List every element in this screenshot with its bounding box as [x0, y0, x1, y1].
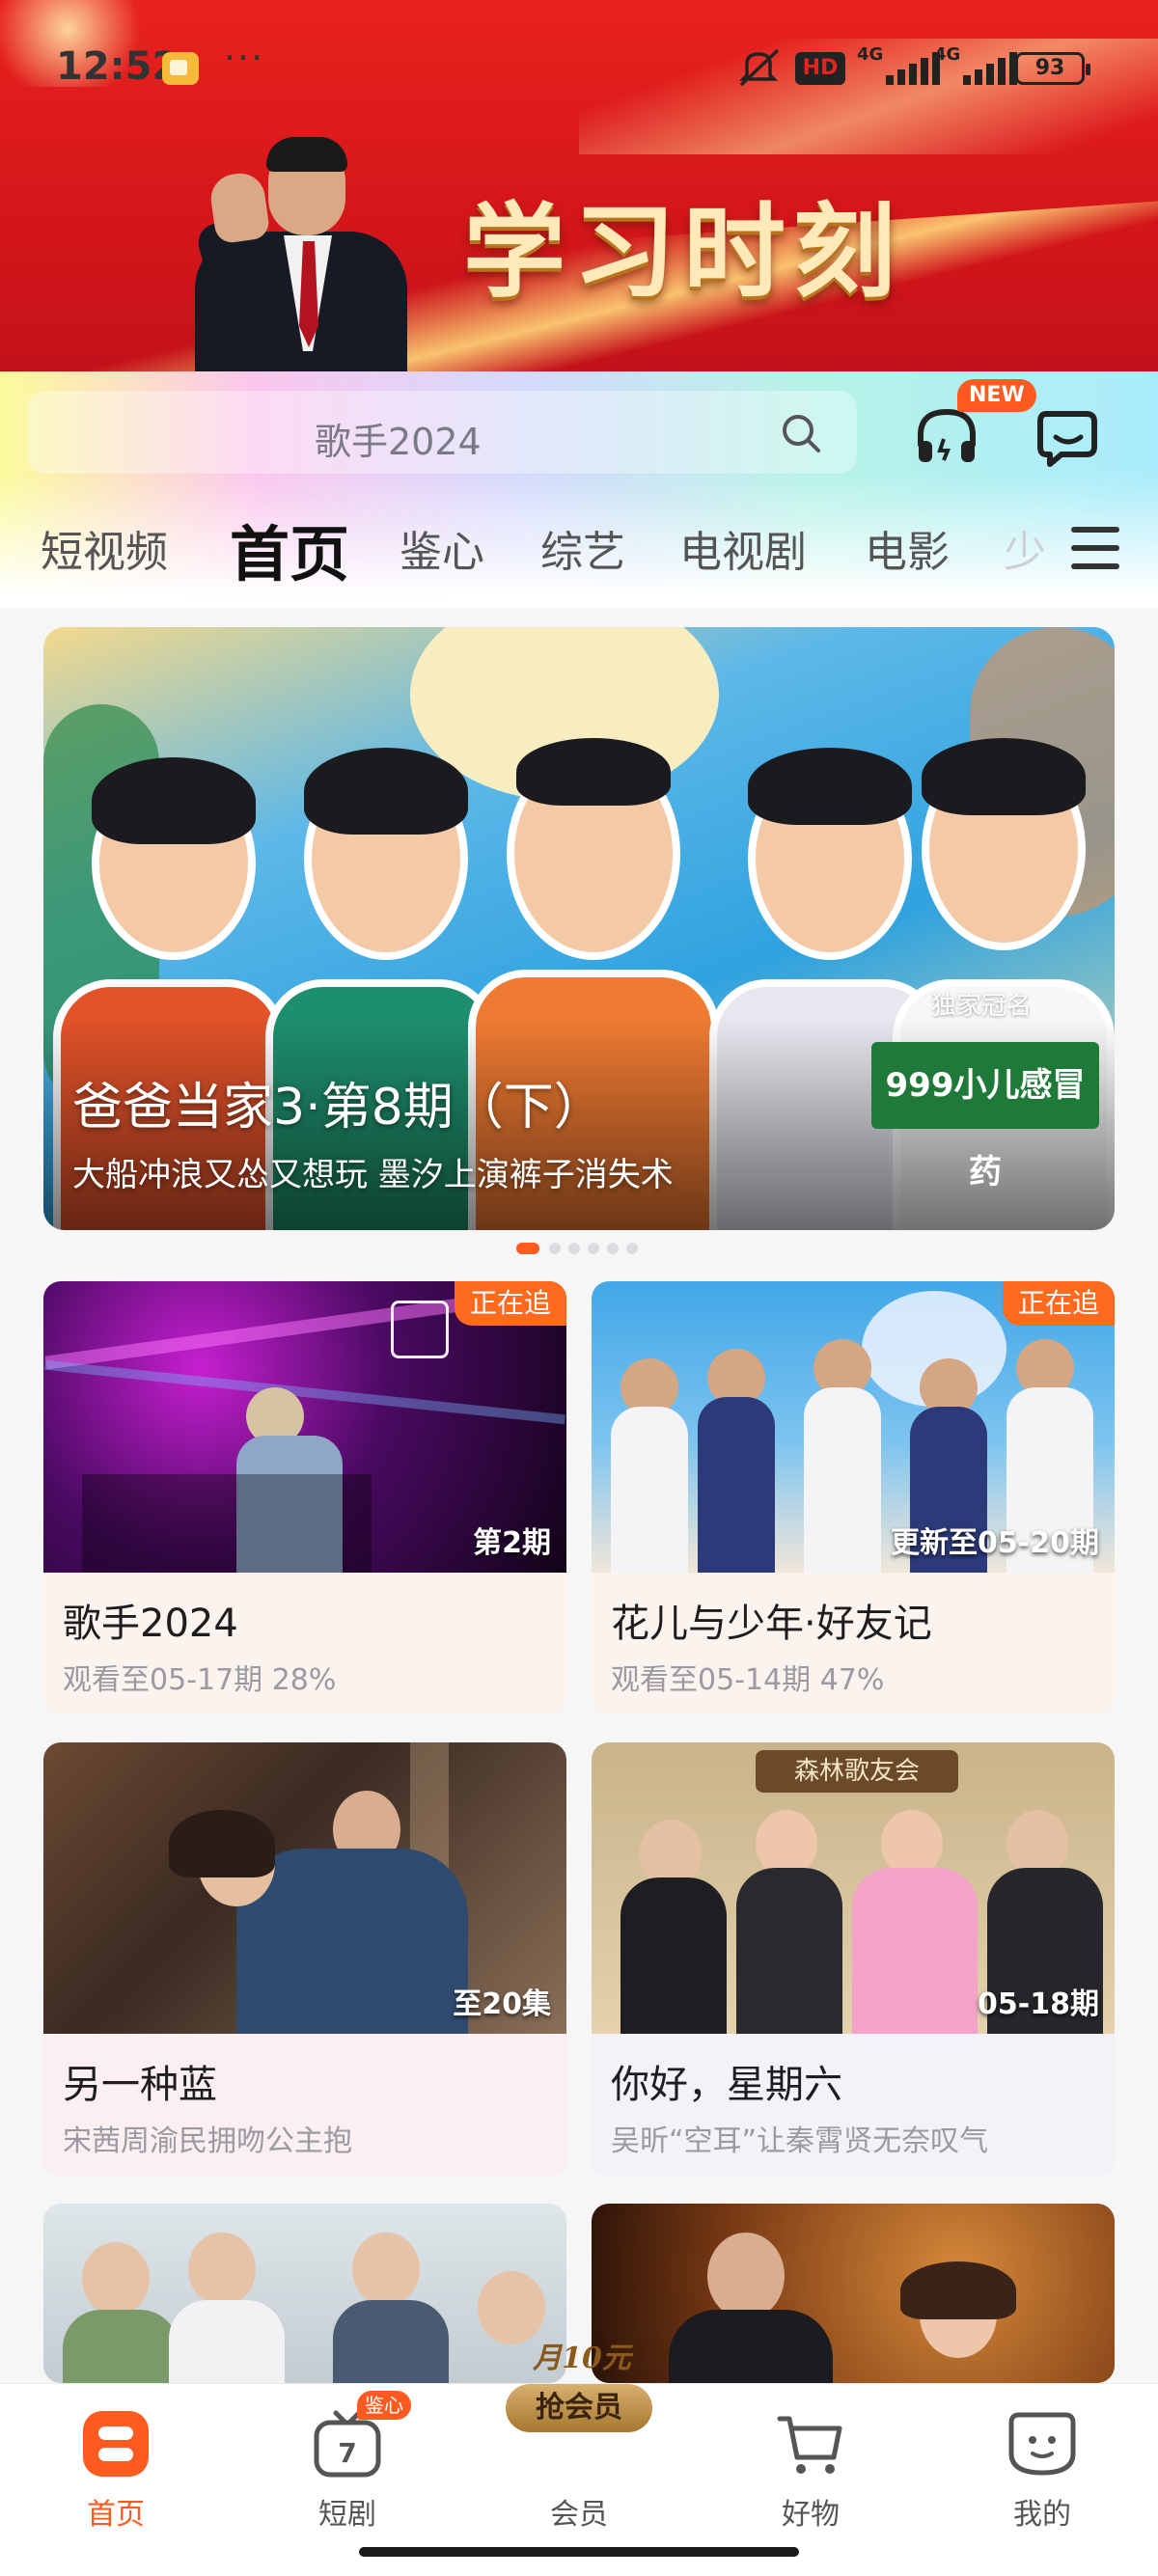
content-card[interactable]: 至20集 另一种蓝 宋茜周渝民拥吻公主抱 — [43, 1742, 566, 2177]
card-title: 歌手2024 — [63, 1602, 238, 1646]
hero-sponsor-logo: 999小儿感冒药 — [871, 1042, 1099, 1192]
card-thumbnail — [592, 2204, 1115, 2383]
banner-title: 学习时刻 — [463, 191, 903, 312]
svg-text:7: 7 — [338, 2437, 356, 2469]
hero-sponsor-tag: 独家冠名 — [931, 992, 1033, 1021]
vip-grab-button: 抢会员 — [506, 2384, 652, 2432]
nav-short-drama-label: 短剧 — [318, 2498, 376, 2532]
battery-icon: 93 — [1015, 52, 1090, 85]
card-progress: 观看至05-17期 28% — [63, 1663, 337, 1697]
tab-movies[interactable]: 电影 — [865, 517, 950, 579]
card-title: 你好，星期六 — [611, 2063, 842, 2107]
episode-label: 05-18期 — [978, 1987, 1099, 2021]
nav-home-label: 首页 — [87, 2498, 145, 2532]
status-bar: 12:52 ··· HD 4G 4G 93 — [0, 0, 1158, 135]
nav-shop[interactable]: 好物 — [714, 2394, 907, 2538]
nav-vip-label: 会员 — [550, 2498, 608, 2532]
content-card[interactable] — [592, 2204, 1115, 2383]
hero-title: 爸爸当家3·第8期（下） — [72, 1079, 604, 1137]
card-title: 另一种蓝 — [63, 2063, 217, 2107]
vip-promo-badge[interactable]: 月10元 抢会员 — [502, 2340, 656, 2436]
header: 歌手2024 NEW 短视频 首页 鉴心 综艺 电视剧 电影 少 — [0, 371, 1158, 608]
new-badge: NEW — [957, 379, 1036, 412]
hero-carousel[interactable]: 独家冠名 999小儿感冒药 爸爸当家3·第8期（下） 大船冲浪又怂又想玩 墨汐上… — [43, 627, 1115, 1230]
cart-icon — [777, 2416, 842, 2474]
tab-variety[interactable]: 综艺 — [540, 517, 625, 579]
search-placeholder: 歌手2024 — [315, 421, 482, 463]
search-icon — [783, 415, 820, 452]
app-screen: 学习时刻 12:52 ··· HD 4G 4G 93 歌手2024 NEW 短视… — [0, 0, 1158, 2576]
card-thumbnail — [43, 2204, 566, 2383]
episode-label: 第2期 — [473, 1526, 551, 1560]
tab-tv-series[interactable]: 电视剧 — [679, 517, 807, 579]
card-title: 花儿与少年·好友记 — [611, 1602, 932, 1646]
content-card[interactable]: 森林歌友会 05-18期 你好，星期六 吴昕“空耳”让秦霄贤无奈叹气 — [592, 1742, 1115, 2177]
tab-short-video[interactable]: 短视频 — [41, 517, 168, 579]
search-box[interactable]: 歌手2024 — [27, 391, 857, 474]
episode-label: 至20集 — [453, 1987, 551, 2021]
carousel-indicator — [516, 1243, 642, 1254]
following-badge: 正在追 — [1002, 1281, 1115, 1326]
card-description: 宋茜周渝民拥吻公主抱 — [63, 2124, 352, 2158]
vip-price: 月10元 — [533, 2342, 631, 2375]
status-time: 12:52 — [56, 44, 179, 89]
content-card[interactable] — [43, 2204, 566, 2383]
nav-profile-label: 我的 — [1013, 2498, 1071, 2532]
notification-app-icon — [162, 52, 199, 85]
home-indicator[interactable] — [359, 2547, 799, 2557]
more-notifications-icon: ··· — [224, 37, 265, 79]
content-card[interactable]: 正在追 更新至05-20期 花儿与少年·好友记 观看至05-14期 47% — [592, 1281, 1115, 1715]
nav-profile[interactable]: 我的 — [946, 2394, 1139, 2538]
episode-label: 更新至05-20期 — [891, 1526, 1099, 1560]
signal-icon-2: 4G — [934, 44, 1021, 87]
show-sign: 森林歌友会 — [756, 1750, 958, 1793]
hd-voice-icon: HD — [795, 52, 845, 85]
nav-short-drama[interactable]: 7 短剧 — [251, 2394, 444, 2538]
tab-kids[interactable]: 少 — [1004, 517, 1046, 579]
following-badge: 正在追 — [454, 1281, 566, 1326]
top-banner[interactable]: 学习时刻 12:52 ··· HD 4G 4G 93 — [0, 0, 1158, 371]
messages-icon[interactable] — [1033, 400, 1104, 472]
nav-home[interactable]: 首页 — [19, 2394, 212, 2538]
home-icon — [83, 2411, 149, 2477]
category-tabs: 短视频 首页 鉴心 综艺 电视剧 电影 少 — [0, 492, 1158, 589]
card-description: 吴昕“空耳”让秦霄贤无奈叹气 — [611, 2124, 989, 2158]
vibrate-off-icon — [738, 48, 780, 87]
signal-icon-1: 4G — [857, 44, 944, 87]
card-progress: 观看至05-14期 47% — [611, 1663, 885, 1697]
menu-icon[interactable] — [1071, 527, 1119, 569]
tab-jianxin[interactable]: 鉴心 — [400, 517, 484, 579]
short-drama-badge: 鉴心 — [357, 2391, 411, 2420]
content-card[interactable]: 正在追 第2期 歌手2024 观看至05-17期 28% — [43, 1281, 566, 1715]
nav-shop-label: 好物 — [782, 2498, 840, 2532]
profile-icon — [1008, 2412, 1076, 2476]
tab-home[interactable]: 首页 — [230, 506, 349, 592]
hero-subtitle: 大船冲浪又怂又想玩 墨汐上演裤子消失术 — [72, 1156, 674, 1194]
banner-portrait — [176, 135, 407, 371]
